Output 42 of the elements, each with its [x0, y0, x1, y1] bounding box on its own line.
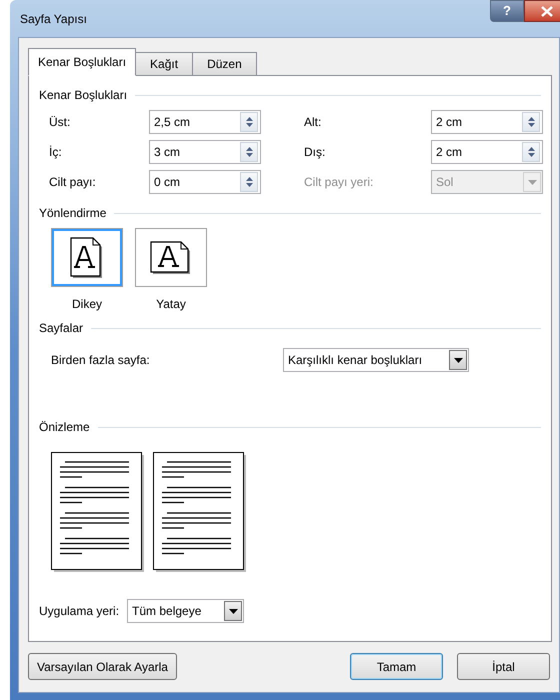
- option-label: Dikey: [72, 296, 102, 313]
- caret-icon: [228, 608, 238, 614]
- close-icon: [541, 6, 553, 16]
- field-label: Üst:: [49, 114, 72, 131]
- dialog-button[interactable]: Varsayılan Olarak Ayarla: [28, 653, 177, 680]
- dialog-button[interactable]: Tamam: [350, 653, 443, 680]
- field-label: Birden fazla sayfa:: [51, 352, 151, 369]
- spin-field[interactable]: 2,5 cm: [149, 110, 261, 134]
- spin-arrows-icon: [528, 116, 534, 128]
- spin-arrows-icon: [246, 116, 252, 128]
- field-label: İç:: [49, 144, 63, 161]
- orientation-option[interactable]: [51, 228, 123, 287]
- option-label: Yatay: [156, 296, 186, 313]
- orientation-option[interactable]: [135, 228, 207, 287]
- tab[interactable]: Kenar Boşlukları: [28, 48, 136, 76]
- spin-field[interactable]: 0 cm: [149, 170, 261, 194]
- close-button[interactable]: [524, 0, 560, 22]
- section-heading: Yönlendirme: [39, 205, 106, 222]
- tab[interactable]: Kağıt: [135, 52, 194, 76]
- caret-icon: [528, 180, 536, 184]
- section-heading: Sayfalar: [39, 320, 84, 337]
- caret-icon: [454, 358, 462, 362]
- spin-field[interactable]: 2 cm: [431, 140, 543, 164]
- section-heading: Önizleme: [39, 419, 90, 436]
- field-label: Uygulama yeri:: [39, 603, 120, 620]
- spin-arrows-icon: [246, 176, 252, 188]
- dialog-button[interactable]: İptal: [457, 653, 550, 680]
- field-label: Cilt payı yeri:: [304, 174, 374, 191]
- dropdown-field[interactable]: Tüm belgeye: [127, 599, 244, 623]
- spin-field[interactable]: 3 cm: [149, 140, 261, 164]
- section-heading: Kenar Boşlukları: [39, 87, 128, 104]
- spin-arrows-icon: [246, 146, 252, 158]
- field-label: Dış:: [304, 144, 326, 161]
- field-label: Alt:: [304, 114, 322, 131]
- dropdown-field[interactable]: Karşılıklı kenar boşlukları: [283, 348, 469, 372]
- spin-arrows-icon: [528, 146, 534, 158]
- portrait-page-icon: [70, 236, 104, 278]
- window-title: Sayfa Yapısı: [20, 11, 87, 28]
- field-label: Cilt payı:: [49, 174, 97, 191]
- spin-field[interactable]: 2 cm: [431, 110, 543, 134]
- tab[interactable]: Düzen: [192, 52, 257, 76]
- landscape-page-icon: [150, 240, 192, 274]
